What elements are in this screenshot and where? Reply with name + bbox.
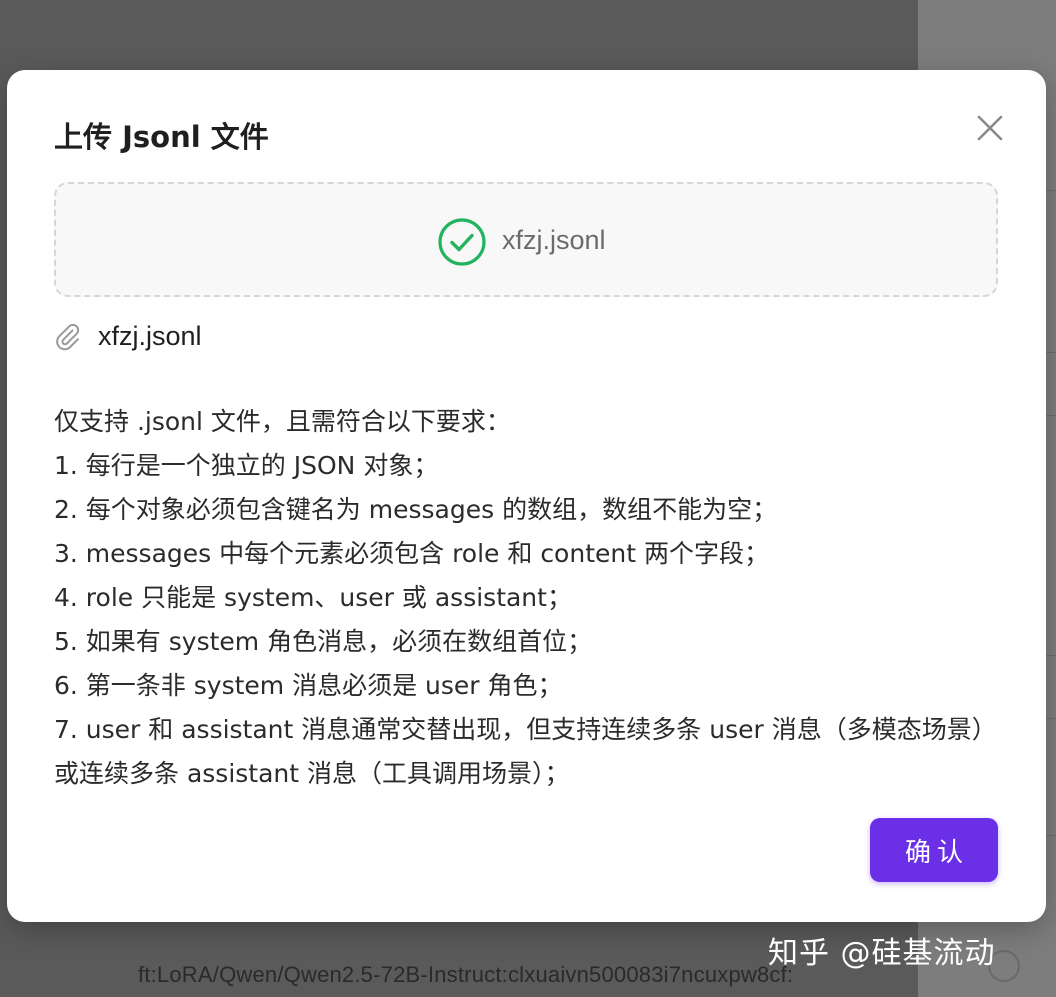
modal-title: 上传 Jsonl 文件 bbox=[54, 120, 269, 154]
close-icon bbox=[977, 115, 1003, 141]
dropzone-filename: xfzj.jsonl bbox=[502, 225, 606, 255]
requirement-item: 5. 如果有 system 角色消息，必须在数组首位； bbox=[54, 627, 593, 656]
requirement-item: 2. 每个对象必须包含键名为 messages 的数组，数组不能为空； bbox=[54, 495, 778, 524]
requirements-intro: 仅支持 .jsonl 文件，且需符合以下要求： bbox=[54, 407, 511, 436]
paperclip-icon bbox=[56, 323, 80, 351]
confirm-button[interactable]: 确认 bbox=[870, 818, 998, 882]
close-button[interactable] bbox=[972, 110, 1008, 146]
upload-jsonl-modal: 上传 Jsonl 文件 xfzj.jsonl xfzj.jsonl 仅支持 .j… bbox=[7, 70, 1046, 922]
requirement-item: 1. 每行是一个独立的 JSON 对象； bbox=[54, 451, 439, 480]
requirement-item: 7. user 和 assistant 消息通常交替出现，但支持连续多条 use… bbox=[54, 715, 997, 788]
requirements-text: 仅支持 .jsonl 文件，且需符合以下要求： 1. 每行是一个独立的 JSON… bbox=[54, 400, 1004, 796]
uploaded-file-name: xfzj.jsonl bbox=[98, 320, 202, 351]
requirement-item: 3. messages 中每个元素必须包含 role 和 content 两个字… bbox=[54, 539, 769, 568]
background-model-id: ft:LoRA/Qwen/Qwen2.5-72B-Instruct:clxuai… bbox=[138, 962, 794, 987]
watermark: 知乎 @硅基流动 bbox=[768, 936, 996, 971]
check-circle-icon bbox=[438, 218, 486, 266]
requirement-item: 6. 第一条非 system 消息必须是 user 角色； bbox=[54, 671, 563, 700]
upload-dropzone[interactable]: xfzj.jsonl bbox=[54, 182, 998, 297]
uploaded-file-item[interactable]: xfzj.jsonl bbox=[54, 318, 202, 354]
requirement-item: 4. role 只能是 system、user 或 assistant； bbox=[54, 583, 572, 612]
